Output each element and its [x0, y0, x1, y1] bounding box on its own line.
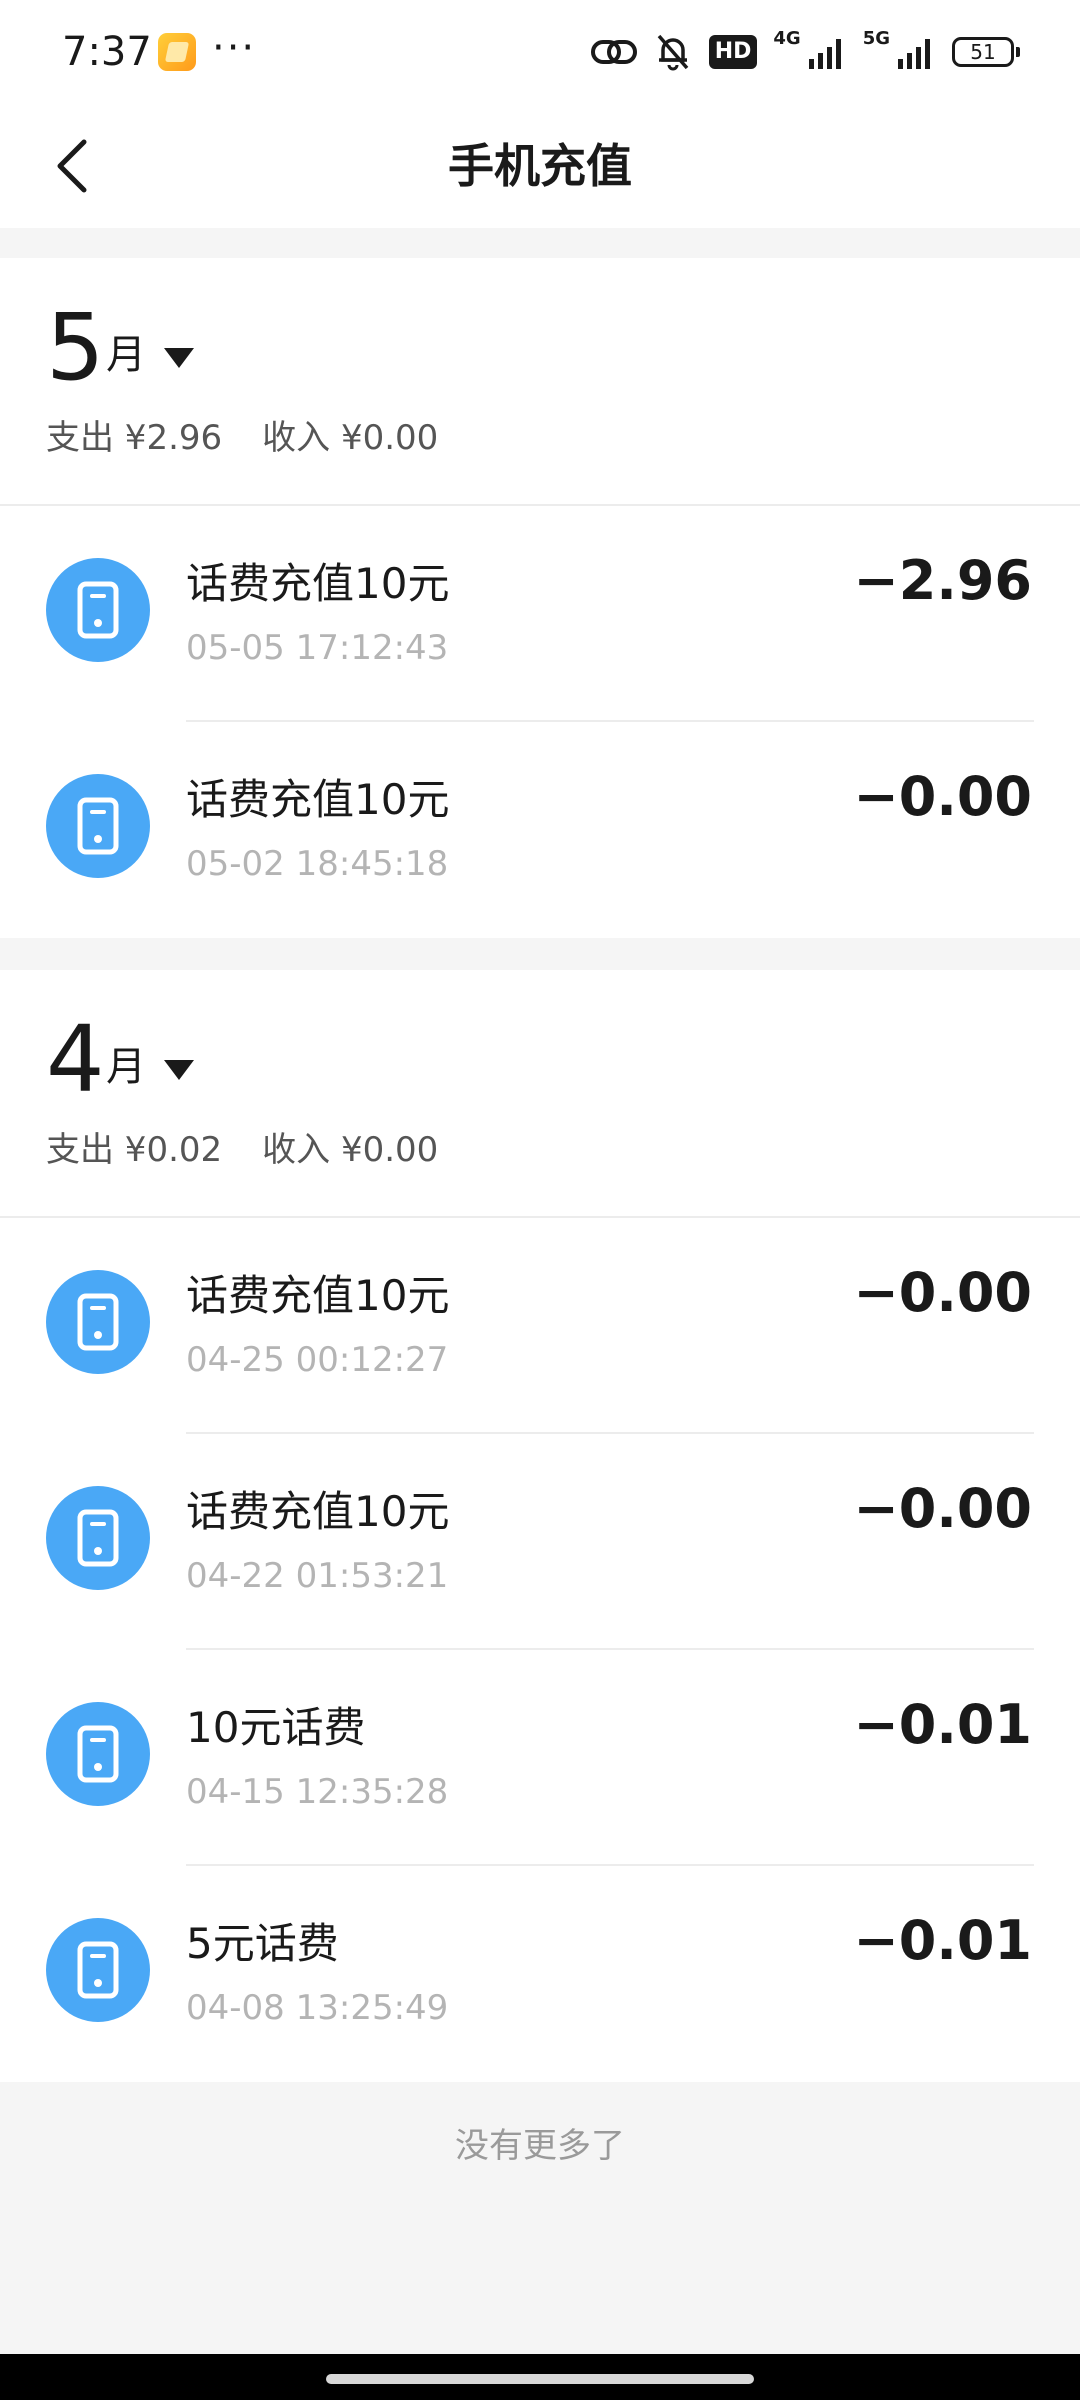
transaction-time: 05-02 18:45:18 — [186, 844, 449, 884]
hd-icon: HD — [708, 35, 758, 69]
month-section-april: 4 月 支出 ¥0.02 收入 ¥0.00 话费充值10元 04-25 00:12… — [0, 970, 1080, 2082]
month-income: 收入 ¥0.00 — [262, 1130, 439, 1170]
transaction-title: 话费充值10元 — [186, 559, 450, 608]
transaction-time: 04-22 01:53:21 — [186, 1556, 449, 1596]
app-header: 手机充值 — [0, 104, 1080, 228]
phone-icon — [46, 558, 150, 662]
system-nav-bar — [0, 2354, 1080, 2400]
no-more-text: 没有更多了 — [455, 2126, 625, 2166]
phone-icon — [46, 1918, 150, 2022]
phone-icon — [46, 774, 150, 878]
transaction-amount: −0.00 — [853, 1261, 1032, 1324]
transaction-time: 04-15 12:35:28 — [186, 1772, 449, 1812]
phone-icon — [46, 1486, 150, 1590]
month-header[interactable]: 5 月 支出 ¥2.96 收入 ¥0.00 — [0, 258, 1080, 506]
caret-down-icon[interactable] — [162, 1058, 196, 1082]
transaction-title: 话费充值10元 — [186, 1271, 450, 1320]
transaction-title: 10元话费 — [186, 1703, 366, 1752]
transaction-row[interactable]: 5元话费 04-08 13:25:49 −0.01 — [0, 1866, 1080, 2082]
caret-down-icon[interactable] — [162, 346, 196, 370]
phone-icon — [46, 1702, 150, 1806]
battery-icon: 51 — [952, 37, 1020, 67]
transaction-time: 04-08 13:25:49 — [186, 1988, 449, 2028]
link-icon — [590, 40, 637, 64]
transaction-row[interactable]: 话费充值10元 05-05 17:12:43 −2.96 — [0, 506, 1080, 722]
transaction-row[interactable]: 话费充值10元 04-25 00:12:27 −0.00 — [0, 1218, 1080, 1434]
month-section-may: 5 月 支出 ¥2.96 收入 ¥0.00 话费充值10元 05-05 17:12… — [0, 258, 1080, 938]
month-number: 5 — [46, 294, 105, 401]
transaction-amount: −0.01 — [853, 1693, 1032, 1756]
network-4g-label: 4G — [773, 27, 801, 49]
transaction-amount: −2.96 — [853, 549, 1032, 612]
transaction-title: 话费充值10元 — [186, 775, 450, 824]
month-summary: 支出 ¥0.02 收入 ¥0.00 — [46, 1128, 438, 1172]
transaction-row[interactable]: 话费充值10元 05-02 18:45:18 −0.00 — [0, 722, 1080, 938]
signal-5g-icon — [898, 39, 930, 69]
status-time: 7:37 — [62, 29, 152, 75]
month-header[interactable]: 4 月 支出 ¥0.02 收入 ¥0.00 — [0, 970, 1080, 1218]
more-notifications-icon: ··· — [212, 25, 257, 71]
home-indicator[interactable] — [326, 2374, 754, 2384]
transaction-row[interactable]: 10元话费 04-15 12:35:28 −0.01 — [0, 1650, 1080, 1866]
signal-4g-icon — [808, 39, 841, 69]
month-unit: 月 — [106, 332, 146, 378]
transaction-time: 04-25 00:12:27 — [186, 1340, 449, 1380]
status-bar: 7:37 ··· HD 4G 5G 51 — [0, 0, 1080, 104]
notes-app-icon — [158, 33, 196, 71]
month-income: 收入 ¥0.00 — [262, 418, 439, 458]
month-expense: 支出 ¥2.96 — [46, 418, 223, 458]
status-icons: HD 4G 5G 51 — [590, 27, 1020, 76]
transaction-amount: −0.00 — [853, 765, 1032, 828]
month-summary: 支出 ¥2.96 收入 ¥0.00 — [46, 416, 438, 460]
transaction-row[interactable]: 话费充值10元 04-22 01:53:21 −0.00 — [0, 1434, 1080, 1650]
transaction-title: 话费充值10元 — [186, 1487, 450, 1536]
month-number: 4 — [46, 1006, 105, 1113]
transaction-time: 05-05 17:12:43 — [186, 628, 449, 668]
month-unit: 月 — [106, 1044, 146, 1090]
network-5g-label: 5G — [862, 27, 890, 49]
month-expense: 支出 ¥0.02 — [46, 1130, 223, 1170]
transaction-title: 5元话费 — [186, 1919, 339, 1968]
phone-icon — [46, 1270, 150, 1374]
transaction-amount: −0.00 — [853, 1477, 1032, 1540]
page-title: 手机充值 — [448, 139, 632, 193]
transaction-amount: −0.01 — [853, 1909, 1032, 1972]
bell-muted-icon — [657, 34, 689, 71]
